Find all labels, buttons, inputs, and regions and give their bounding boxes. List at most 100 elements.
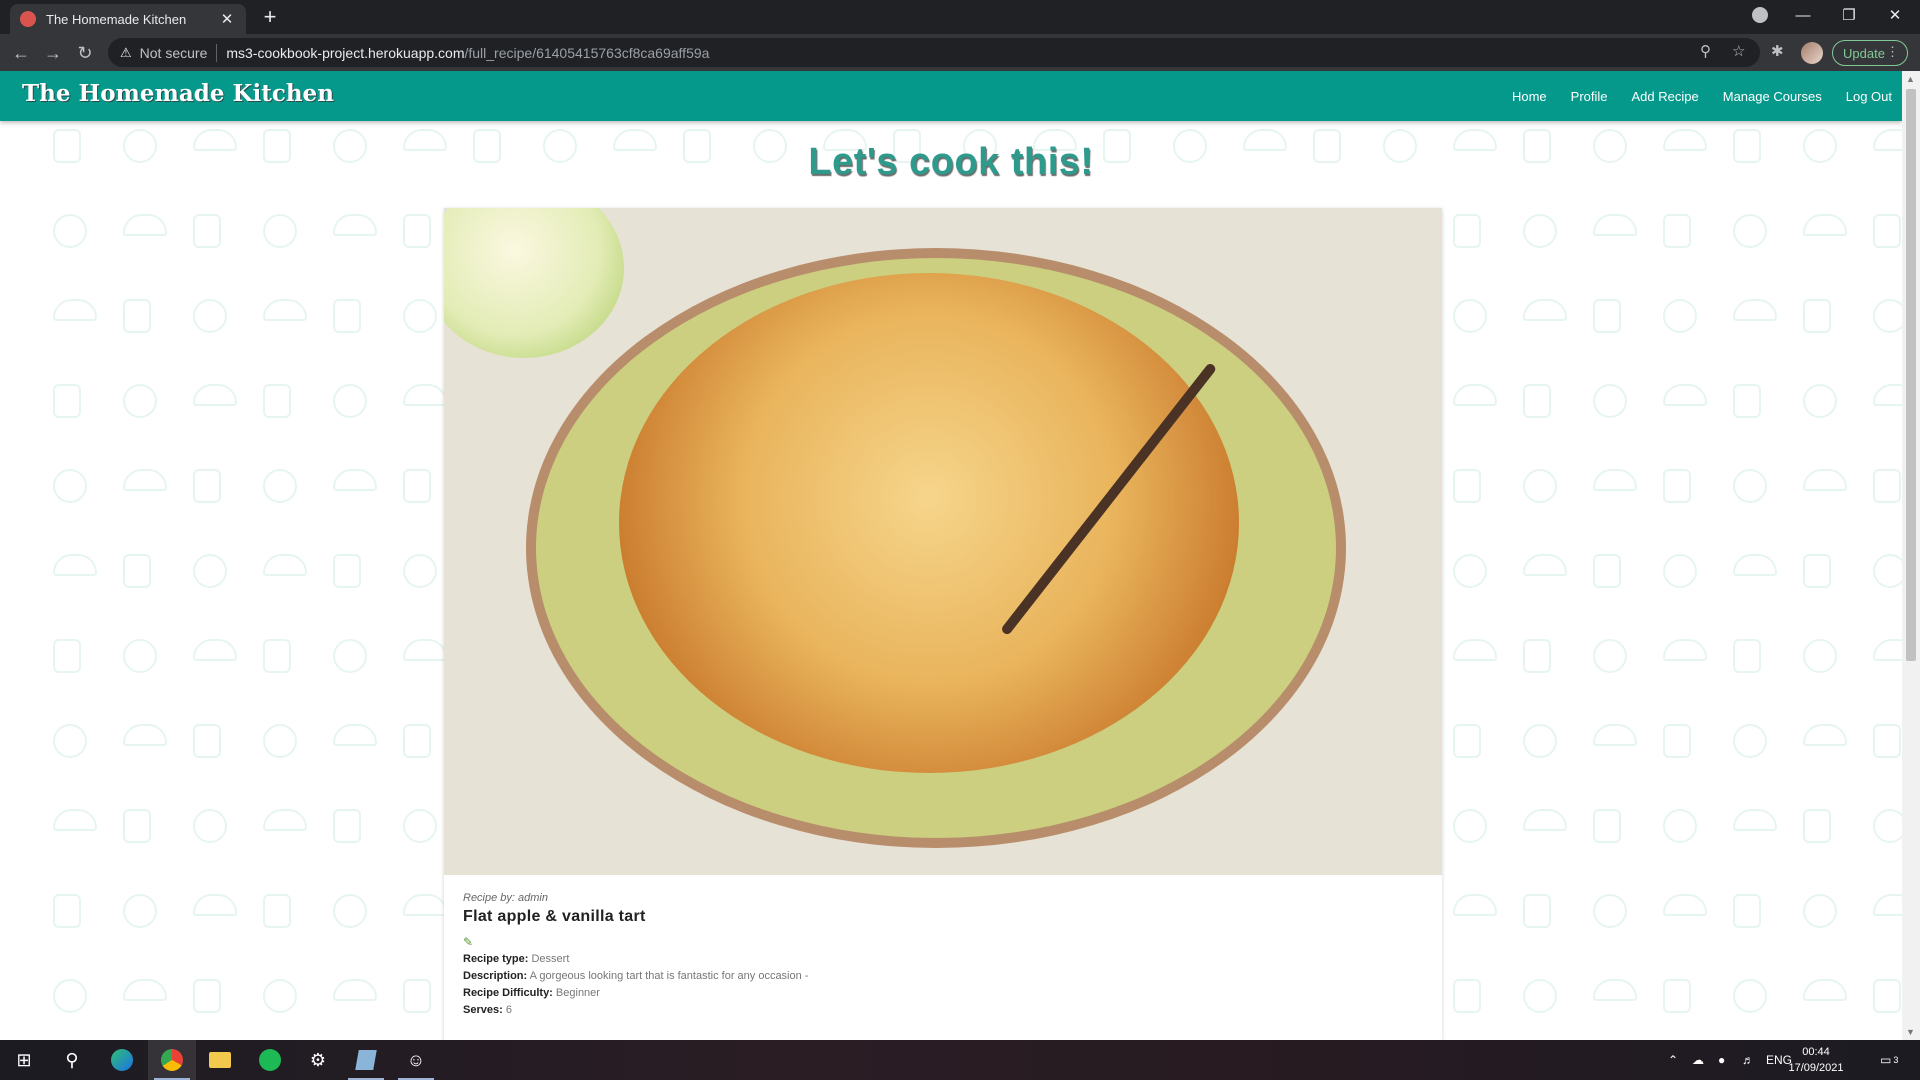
pattern-food-icon	[123, 809, 151, 843]
pattern-food-icon	[263, 639, 291, 673]
pattern-food-icon	[193, 299, 227, 333]
pattern-food-icon	[1873, 639, 1902, 661]
zoom-icon[interactable]: ⚲	[1700, 42, 1711, 60]
pattern-food-icon	[1733, 809, 1777, 831]
pattern-food-icon	[193, 554, 227, 588]
pattern-food-icon	[333, 554, 361, 588]
pattern-food-icon	[53, 809, 97, 831]
pattern-food-icon	[1593, 894, 1627, 928]
pattern-food-icon	[1733, 469, 1767, 503]
browser-toolbar: ← → ↻ ⚠ Not secure ms3-cookbook-project.…	[0, 34, 1920, 71]
pattern-food-icon	[1593, 299, 1621, 333]
chrome-icon[interactable]	[148, 1040, 196, 1080]
pattern-food-icon	[263, 299, 307, 321]
detail-description: Description: A gorgeous looking tart tha…	[463, 970, 1423, 982]
tray-chevron-icon[interactable]: ⌃	[1668, 1040, 1678, 1080]
reload-icon[interactable]: ↻	[72, 40, 98, 66]
detail-label: Description:	[463, 970, 528, 982]
profile-avatar[interactable]	[1801, 42, 1823, 64]
pattern-food-icon	[1873, 979, 1901, 1013]
pattern-food-icon	[1803, 554, 1831, 588]
pattern-food-icon	[53, 469, 87, 503]
pattern-food-icon	[1523, 724, 1557, 758]
pattern-food-icon	[123, 554, 151, 588]
spotify-icon[interactable]	[246, 1040, 294, 1080]
nav-profile[interactable]: Profile	[1571, 89, 1608, 104]
pattern-food-icon	[1873, 894, 1902, 916]
pattern-food-icon	[1593, 979, 1637, 1001]
pattern-food-icon	[1593, 384, 1627, 418]
nav-manage-courses[interactable]: Manage Courses	[1723, 89, 1822, 104]
detail-difficulty: Recipe Difficulty: Beginner	[463, 987, 1423, 999]
pattern-food-icon	[263, 724, 297, 758]
apple-half	[444, 208, 624, 358]
pattern-food-icon	[1803, 384, 1837, 418]
app-icon[interactable]: ☺	[392, 1040, 440, 1080]
pattern-food-icon	[1593, 469, 1637, 491]
detail-value: Dessert	[531, 953, 570, 965]
pattern-food-icon	[1663, 384, 1707, 406]
pattern-food-icon	[123, 469, 167, 491]
pattern-food-icon	[1733, 554, 1777, 576]
pattern-food-icon	[1453, 639, 1497, 661]
nav-log-out[interactable]: Log Out	[1846, 89, 1892, 104]
pattern-food-icon	[193, 809, 227, 843]
brand-logo[interactable]: The Homemade Kitchen	[22, 80, 334, 107]
pattern-food-icon	[1803, 894, 1837, 928]
more-menu-icon[interactable]: ⋮	[1886, 44, 1899, 60]
pattern-food-icon	[333, 384, 367, 418]
detail-value: Beginner	[555, 987, 600, 999]
pattern-food-icon	[1523, 639, 1551, 673]
recipe-card: Recipe by: admin Flat apple & vanilla ta…	[444, 208, 1442, 1040]
close-window-icon[interactable]: ✕	[1872, 0, 1918, 30]
pattern-food-icon	[53, 639, 81, 673]
url-path: /full_recipe/61405415763cf8ca69aff59a	[464, 44, 710, 61]
pattern-food-icon	[193, 384, 237, 406]
restore-icon[interactable]: ❐	[1826, 0, 1872, 30]
edit-pencil-icon[interactable]: ✎	[463, 936, 475, 948]
pattern-food-icon	[1453, 894, 1497, 916]
pattern-food-icon	[1663, 724, 1691, 758]
start-icon[interactable]: ⊞	[0, 1040, 48, 1080]
close-tab-icon[interactable]: ✕	[218, 10, 236, 28]
update-label: Update	[1843, 45, 1885, 61]
forward-icon[interactable]: →	[40, 40, 66, 66]
volume-icon[interactable]: ♬	[1742, 1040, 1754, 1080]
app-icon[interactable]	[342, 1040, 390, 1080]
pattern-food-icon	[403, 299, 437, 333]
bookmark-star-icon[interactable]: ☆	[1732, 42, 1745, 60]
notifications-icon[interactable]: ▭ 3	[1880, 1040, 1898, 1080]
page-viewport: The Homemade Kitchen Home Profile Add Re…	[0, 71, 1902, 1040]
file-explorer-icon[interactable]	[196, 1040, 244, 1080]
scroll-down-icon[interactable]: ▼	[1906, 1027, 1915, 1037]
pattern-food-icon	[403, 979, 431, 1013]
address-bar[interactable]: ⚠ Not secure ms3-cookbook-project.heroku…	[108, 38, 1760, 67]
search-icon[interactable]: ⚲	[48, 1040, 96, 1080]
pattern-food-icon	[1803, 809, 1831, 843]
update-button[interactable]: Update ⋮	[1832, 40, 1908, 66]
back-icon[interactable]: ←	[8, 40, 34, 66]
edge-icon[interactable]	[98, 1040, 146, 1080]
minimize-icon[interactable]: —	[1780, 0, 1826, 30]
pattern-food-icon	[1873, 384, 1902, 406]
tab-search-icon[interactable]	[1752, 7, 1768, 23]
new-tab-button[interactable]: +	[258, 6, 282, 28]
pattern-food-icon	[1873, 724, 1901, 758]
nav-add-recipe[interactable]: Add Recipe	[1632, 89, 1699, 104]
scrollbar-thumb[interactable]	[1906, 89, 1916, 661]
network-icon[interactable]: ●	[1718, 1040, 1725, 1080]
extensions-icon[interactable]: ✱	[1771, 42, 1784, 60]
browser-tab[interactable]: The Homemade Kitchen ✕	[10, 4, 246, 34]
page-scrollbar[interactable]: ▲ ▼	[1902, 71, 1920, 1040]
pattern-food-icon	[123, 979, 167, 1001]
pattern-food-icon	[1663, 214, 1691, 248]
nav-home[interactable]: Home	[1512, 89, 1547, 104]
onedrive-icon[interactable]: ☁	[1692, 1040, 1704, 1080]
warning-icon: ⚠	[120, 44, 132, 60]
system-clock[interactable]: 00:44 17/09/2021	[1776, 1044, 1856, 1076]
scroll-up-icon[interactable]: ▲	[1906, 74, 1915, 84]
pattern-food-icon	[403, 554, 437, 588]
pattern-food-icon	[1453, 384, 1497, 406]
detail-value: A gorgeous looking tart that is fantasti…	[529, 970, 809, 982]
app-icon[interactable]: ⚙	[294, 1040, 342, 1080]
